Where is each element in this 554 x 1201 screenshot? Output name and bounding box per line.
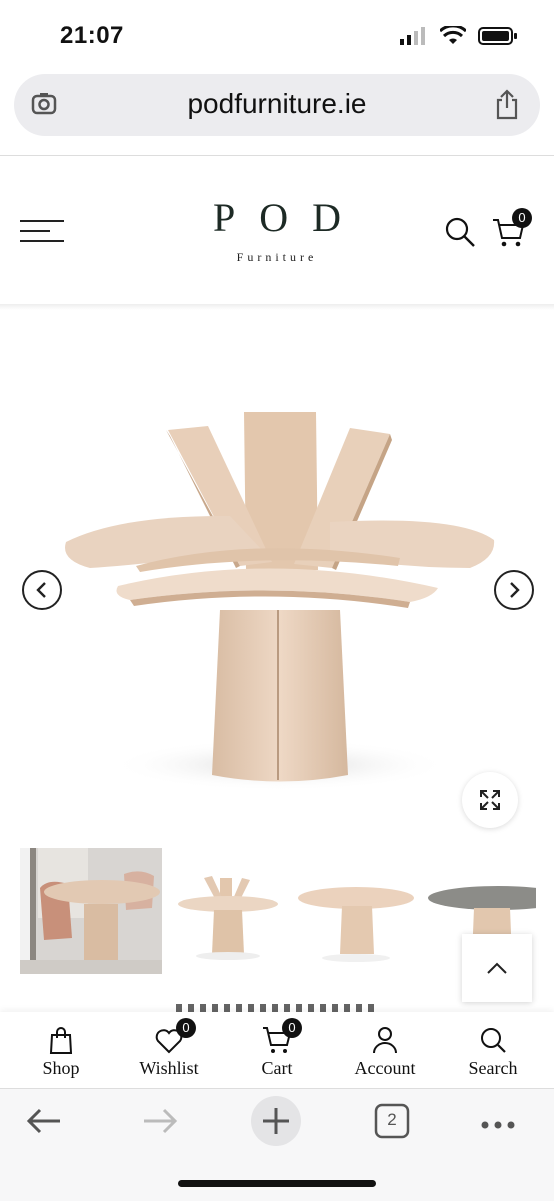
- new-tab-button[interactable]: [250, 1095, 302, 1152]
- chevron-up-icon: [487, 962, 507, 974]
- wishlist-count-badge: 0: [176, 1018, 196, 1038]
- bag-icon: [49, 1027, 73, 1054]
- gallery-prev-button[interactable]: [22, 570, 62, 610]
- nav-shop[interactable]: Shop: [6, 1020, 116, 1079]
- gallery-next-button[interactable]: [494, 570, 534, 610]
- nav-wishlist[interactable]: 0 Wishlist: [114, 1018, 224, 1079]
- share-icon[interactable]: [494, 88, 520, 125]
- thumbnail-3[interactable]: [296, 848, 420, 974]
- url-text[interactable]: podfurniture.ie: [14, 88, 540, 120]
- thumbnail-image: [20, 848, 162, 974]
- thumbnail-image: [172, 848, 284, 974]
- plus-icon: [251, 1096, 301, 1146]
- search-icon: [481, 1028, 506, 1053]
- scroll-to-top-button[interactable]: [462, 934, 532, 1002]
- forward-button[interactable]: [142, 1107, 178, 1140]
- nav-wishlist-label: Wishlist: [139, 1058, 199, 1078]
- address-bar[interactable]: podfurniture.ie: [14, 74, 540, 136]
- status-time: 21:07: [60, 22, 124, 49]
- nav-account-label: Account: [354, 1058, 416, 1078]
- cart-nav-count-badge: 0: [282, 1018, 302, 1038]
- cart-count-badge: 0: [512, 208, 532, 228]
- thumbnail-1[interactable]: [20, 848, 162, 974]
- nav-search-label: Search: [468, 1058, 518, 1078]
- user-icon: [373, 1027, 397, 1054]
- nav-shop-label: Shop: [42, 1058, 80, 1078]
- header-search-icon[interactable]: [444, 216, 476, 253]
- bottom-navigation: Shop 0 Wishlist 0 Cart Account Search: [0, 1012, 554, 1088]
- site-header: POD Furniture 0: [0, 156, 554, 306]
- arrow-right-icon: [144, 1108, 178, 1134]
- battery-icon: [478, 27, 517, 45]
- back-button[interactable]: [26, 1107, 62, 1140]
- tab-count: 2: [387, 1110, 397, 1129]
- more-icon: [481, 1121, 515, 1129]
- nav-cart[interactable]: 0 Cart: [222, 1018, 332, 1079]
- chevron-right-icon: [510, 582, 520, 598]
- status-bar: 21:07: [0, 0, 554, 70]
- wifi-icon: [440, 26, 466, 44]
- tabs-button[interactable]: 2: [374, 1103, 410, 1144]
- zoom-button[interactable]: [462, 772, 518, 828]
- header-cart-icon[interactable]: 0: [492, 208, 532, 253]
- nav-cart-label: Cart: [261, 1058, 293, 1078]
- nav-search[interactable]: Search: [438, 1020, 548, 1079]
- arrow-left-icon: [26, 1108, 60, 1134]
- thumbnail-2[interactable]: [172, 848, 284, 974]
- signal-icon: [400, 27, 425, 45]
- more-menu-button[interactable]: [480, 1117, 516, 1135]
- home-indicator: [178, 1180, 376, 1187]
- chevron-left-icon: [36, 582, 46, 598]
- thumbnail-image: [296, 848, 420, 974]
- nav-account[interactable]: Account: [330, 1020, 440, 1079]
- product-gallery[interactable]: [0, 310, 554, 830]
- expand-icon: [480, 790, 500, 810]
- product-image: [65, 412, 495, 791]
